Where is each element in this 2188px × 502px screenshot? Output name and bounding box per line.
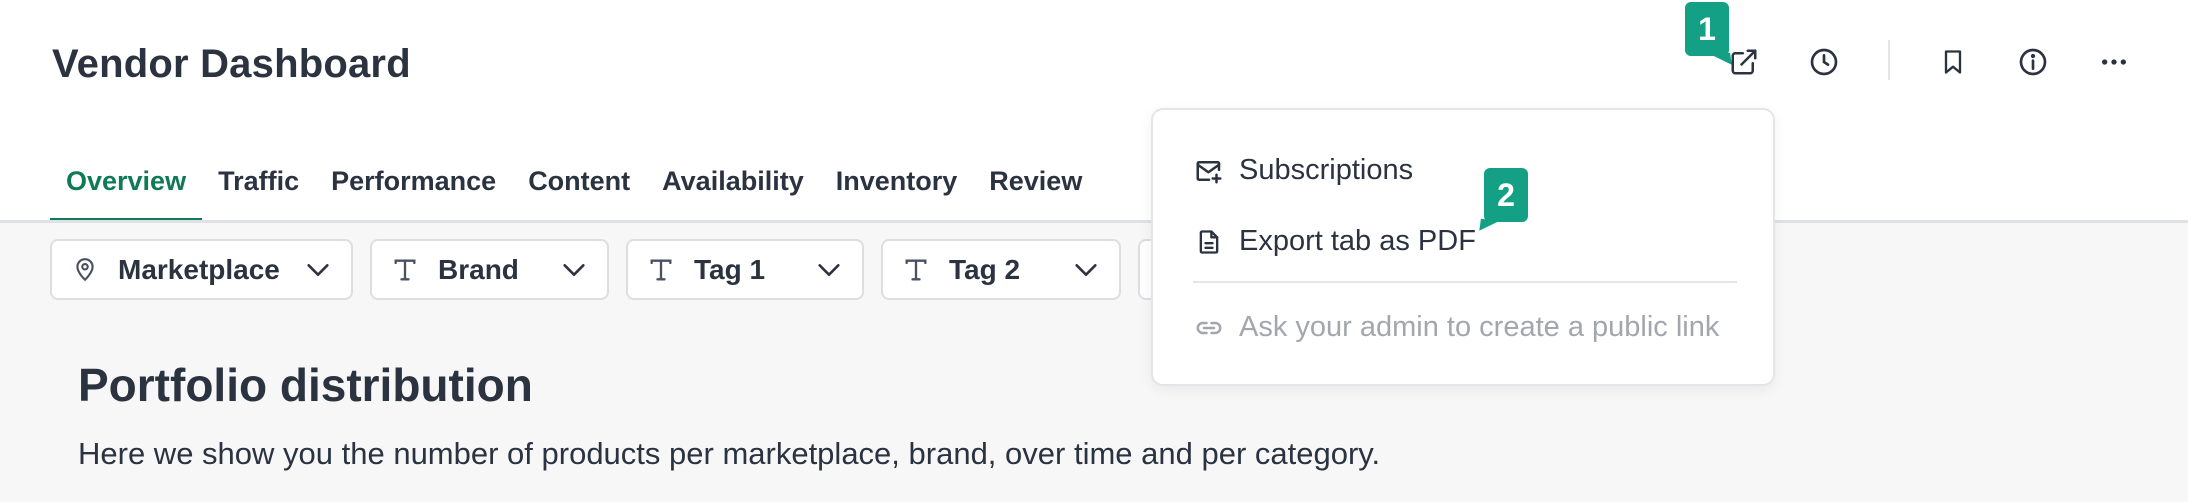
menu-item-public-link: Ask your admin to create a public link	[1193, 311, 1719, 344]
bookmark-icon[interactable]	[1931, 40, 1975, 84]
chevron-down-icon	[1071, 255, 1101, 285]
text-type-icon	[646, 255, 676, 285]
tab-inventory[interactable]: Inventory	[820, 150, 974, 222]
filter-marketplace[interactable]: Marketplace	[50, 239, 353, 300]
page-title: Vendor Dashboard	[52, 42, 411, 86]
filter-label: Brand	[438, 253, 519, 285]
document-icon	[1193, 226, 1225, 258]
filter-label: Tag 2	[949, 253, 1021, 285]
filter-label: Marketplace	[118, 253, 280, 285]
menu-item-export-pdf[interactable]: Export tab as PDF	[1193, 225, 1476, 258]
menu-item-label: Export tab as PDF	[1239, 225, 1476, 257]
filter-bar: Marketplace Brand Tag 1 Tag 2	[50, 239, 1178, 300]
step-marker-2: 2	[1484, 168, 1528, 222]
tab-performance[interactable]: Performance	[315, 150, 512, 222]
link-icon	[1193, 312, 1225, 344]
share-menu: Subscriptions Export tab as PDF Ask your…	[1151, 108, 1775, 386]
chevron-down-icon	[303, 255, 333, 285]
info-icon[interactable]	[2011, 40, 2055, 84]
menu-divider	[1193, 281, 1737, 283]
menu-item-label: Subscriptions	[1239, 154, 1414, 186]
text-type-icon	[390, 255, 420, 285]
menu-item-label: Ask your admin to create a public link	[1239, 311, 1720, 343]
location-pin-icon	[70, 255, 100, 285]
subscription-mail-icon	[1193, 155, 1225, 187]
more-horizontal-icon[interactable]	[2092, 40, 2136, 84]
section-title: Portfolio distribution	[78, 359, 533, 411]
step-marker-1: 1	[1685, 2, 1729, 56]
tab-review[interactable]: Review	[973, 150, 1098, 222]
filter-tag-2[interactable]: Tag 2	[881, 239, 1121, 300]
filter-tag-1[interactable]: Tag 1	[626, 239, 864, 300]
section-description: Here we show you the number of products …	[78, 436, 1381, 471]
filter-brand[interactable]: Brand	[370, 239, 609, 300]
tab-availability[interactable]: Availability	[646, 150, 820, 222]
tab-overview[interactable]: Overview	[50, 150, 203, 222]
text-type-icon	[901, 255, 931, 285]
history-clock-icon[interactable]	[1802, 40, 1846, 84]
tabs-divider	[0, 220, 2188, 223]
menu-item-subscriptions[interactable]: Subscriptions	[1193, 154, 1413, 187]
filter-label: Tag 1	[694, 253, 766, 285]
tab-content[interactable]: Content	[512, 150, 646, 222]
header: Vendor Dashboard Overview Traffic Perfor…	[0, 0, 2188, 223]
toolbar-divider	[1888, 40, 1890, 80]
chevron-down-icon	[814, 255, 844, 285]
chevron-down-icon	[559, 255, 589, 285]
tab-bar: Overview Traffic Performance Content Ava…	[50, 150, 1098, 222]
tab-traffic[interactable]: Traffic	[202, 150, 315, 222]
